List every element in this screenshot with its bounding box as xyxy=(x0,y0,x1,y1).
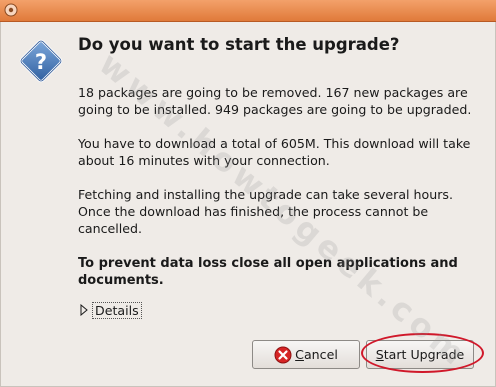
details-label[interactable]: Details xyxy=(92,301,142,319)
start-upgrade-button[interactable]: Start Upgrade xyxy=(366,340,474,369)
details-expander[interactable]: Details xyxy=(80,300,142,320)
window-menu-icon[interactable] xyxy=(4,3,18,17)
packages-summary-text: 18 packages are going to be removed. 167… xyxy=(78,85,472,117)
download-size-text: You have to download a total of 605M. Th… xyxy=(78,136,471,168)
data-loss-warning: To prevent data loss close all open appl… xyxy=(78,256,458,288)
dialog-heading: Do you want to start the upgrade? xyxy=(78,35,400,54)
start-mnemonic: S xyxy=(375,347,384,362)
cancel-mnemonic: C xyxy=(295,347,304,362)
cancel-button[interactable]: Cancel xyxy=(252,340,360,369)
question-icon: ? xyxy=(19,39,63,83)
cancel-icon xyxy=(274,346,292,363)
start-upgrade-button-label: Start Upgrade xyxy=(376,347,465,362)
triangle-right-icon[interactable] xyxy=(80,304,88,316)
svg-text:?: ? xyxy=(35,50,47,74)
window-titlebar[interactable] xyxy=(0,0,496,22)
cancel-button-label: Cancel xyxy=(295,347,338,362)
start-label-rest: tart Upgrade xyxy=(383,347,465,362)
duration-warning-text: Fetching and installing the upgrade can … xyxy=(78,187,453,236)
cancel-label-rest: ancel xyxy=(303,347,338,362)
